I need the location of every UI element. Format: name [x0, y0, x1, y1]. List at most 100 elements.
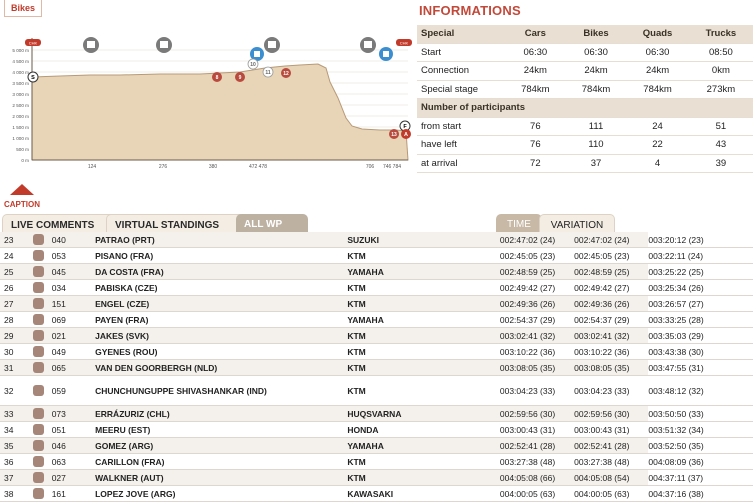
fuel-icon[interactable]	[156, 37, 172, 53]
bib-cell: 063	[51, 453, 96, 470]
bib-cell: 065	[51, 359, 96, 376]
info-row: Start 06:30 06:30 06:30 08:50	[417, 43, 753, 62]
time-cell: 004:05:08 (54)	[574, 469, 649, 486]
waypoint-marker[interactable]: 8	[212, 72, 222, 82]
fuel-icon[interactable]	[264, 37, 280, 53]
rider-helmet-icon	[32, 247, 52, 264]
table-row[interactable]: 38 161 LOPEZ JOVE (ARG) KAWASAKI 004:00:05 (…	[0, 485, 753, 502]
variation-cell: 003:25:22 (25)	[648, 263, 753, 280]
brand-cell: KTM	[347, 343, 500, 360]
svg-text:A: A	[404, 132, 408, 138]
svg-text:CHK: CHK	[29, 41, 38, 46]
info-cell: 76	[505, 135, 566, 155]
table-row[interactable]: 36 063 CARILLON (FRA) KTM 003:27:38 (48) 003:…	[0, 453, 753, 470]
helmet-icon	[32, 488, 44, 500]
info-cell: 43	[688, 135, 753, 155]
time-cell: 003:27:38 (48)	[499, 453, 575, 470]
rider-helmet-icon	[32, 343, 52, 360]
table-row[interactable]: 25 045 DA COSTA (FRA) YAMAHA 002:48:59 (25) 0…	[0, 263, 753, 280]
rank-cell: 23	[0, 232, 33, 248]
variation-cell: 003:50:50 (33)	[648, 405, 753, 422]
rank-cell: 34	[0, 421, 33, 438]
bib-cell: 053	[51, 247, 96, 264]
waypoint-marker[interactable]: 13	[389, 129, 399, 139]
table-row[interactable]: 34 051 MEERU (EST) HONDA 003:00:43 (31) 003:0…	[0, 421, 753, 438]
table-row[interactable]: 29 021 JAKES (SVK) KTM 003:02:41 (32) 003:02:…	[0, 327, 753, 344]
brand-cell: KTM	[347, 327, 500, 344]
info-cell: at arrival	[417, 154, 505, 173]
brand-cell: KTM	[347, 247, 500, 264]
table-row[interactable]: 30 049 GYENES (ROU) KTM 003:10:22 (36) 003:10…	[0, 343, 753, 360]
rank-cell: 32	[0, 375, 33, 406]
svg-text:10: 10	[250, 62, 256, 68]
table-row[interactable]: 23 040 PATRAO (PRT) SUZUKI 002:47:02 (24) 002…	[0, 232, 753, 248]
rider-name-cell: LOPEZ JOVE (ARG)	[95, 485, 348, 502]
time-cell: 002:47:02 (24)	[574, 232, 649, 248]
table-row[interactable]: 35 046 GOMEZ (ARG) YAMAHA 002:52:41 (28) 002:…	[0, 437, 753, 454]
rider-name-cell: PATRAO (PRT)	[95, 232, 348, 248]
helmet-icon	[32, 346, 44, 358]
helmet-icon	[32, 456, 44, 468]
caption-toggle-icon[interactable]	[10, 184, 34, 195]
start-marker[interactable]: S	[27, 71, 39, 83]
waypoint-marker[interactable]: 9	[235, 72, 245, 82]
rider-helmet-icon	[32, 232, 52, 248]
rider-helmet-icon	[32, 421, 52, 438]
bib-cell: 046	[51, 437, 96, 454]
rider-helmet-icon	[32, 405, 52, 422]
info-cell: 39	[688, 154, 753, 173]
bib-cell: 059	[51, 375, 96, 406]
caption-label[interactable]: CAPTION	[4, 200, 40, 209]
brand-cell: YAMAHA	[347, 437, 500, 454]
time-cell: 003:08:05 (35)	[574, 359, 649, 376]
rank-cell: 33	[0, 405, 33, 422]
brand-cell: KTM	[347, 295, 500, 312]
variation-cell: 003:33:25 (28)	[648, 311, 753, 328]
table-row[interactable]: 31 065 VAN DEN GOORBERGH (NLD) KTM 003:08:05…	[0, 359, 753, 376]
info-header-row: Special Cars Bikes Quads Trucks	[417, 25, 753, 44]
y-tick: 3 000 m	[12, 92, 29, 97]
info-cell: Start	[417, 43, 505, 62]
y-tick: 3 500 m	[12, 81, 29, 86]
info-table: Special Cars Bikes Quads Trucks Start 06:…	[417, 25, 753, 173]
time-cell: 002:54:37 (29)	[499, 311, 575, 328]
rider-name-cell: CARILLON (FRA)	[95, 453, 348, 470]
bikes-tab[interactable]: Bikes	[4, 0, 43, 17]
y-tick: 2 500 m	[12, 103, 29, 108]
time-cell: 004:05:08 (66)	[499, 469, 575, 486]
table-row[interactable]: 24 053 PISANO (FRA) KTM 002:45:05 (23) 002:45…	[0, 247, 753, 264]
y-tick: 4 500 m	[12, 59, 29, 64]
svg-text:S: S	[31, 75, 35, 81]
y-tick: 2 000 m	[12, 114, 29, 119]
table-row[interactable]: 26 034 PABISKA (CZE) KTM 002:49:42 (27) 002:4…	[0, 279, 753, 296]
fuel-icon[interactable]	[83, 37, 99, 53]
rider-name-cell: PAYEN (FRA)	[95, 311, 348, 328]
rider-helmet-icon	[32, 279, 52, 296]
bib-cell: 161	[51, 485, 96, 502]
brand-cell: HONDA	[347, 421, 500, 438]
time-cell: 002:49:42 (27)	[499, 279, 575, 296]
waypoint-marker[interactable]: 10	[247, 58, 259, 70]
table-row[interactable]: 28 069 PAYEN (FRA) YAMAHA 002:54:37 (29) 002:…	[0, 311, 753, 328]
table-row[interactable]: 37 027 WALKNER (AUT) KTM 004:05:08 (66) 004:0…	[0, 469, 753, 486]
info-header: Cars	[505, 25, 566, 44]
rank-cell: 30	[0, 343, 33, 360]
brand-cell: SUZUKI	[347, 232, 500, 248]
x-tick: 124	[88, 164, 97, 170]
table-row[interactable]: 27 151 ENGEL (CZE) KTM 002:49:36 (26) 002:49:…	[0, 295, 753, 312]
bivouac-icon[interactable]	[379, 47, 393, 61]
time-cell: 002:52:41 (28)	[574, 437, 649, 454]
x-tick: 472 478	[249, 164, 267, 170]
stage-profile-chart: 5 000 m 4 500 m 4 000 m 3 500 m 3 000 m …	[12, 37, 412, 170]
helmet-icon	[32, 362, 44, 374]
variation-cell: 004:37:16 (38)	[648, 485, 753, 502]
arrival-marker[interactable]: A	[401, 129, 411, 139]
table-row[interactable]: 32 059 CHUNCHUNGUPPE SHIVASHANKAR (IND) KTM…	[0, 375, 753, 406]
time-cell: 002:59:56 (30)	[574, 405, 649, 422]
time-cell: 002:49:36 (26)	[499, 295, 575, 312]
table-row[interactable]: 33 073 ERRÁZURIZ (CHL) HUQSVARNA 002:59:56 (…	[0, 405, 753, 422]
waypoint-marker[interactable]: 12	[281, 68, 291, 78]
waypoint-marker[interactable]: 11	[262, 66, 274, 78]
time-cell: 003:08:05 (35)	[499, 359, 575, 376]
fuel-icon[interactable]	[360, 37, 376, 53]
